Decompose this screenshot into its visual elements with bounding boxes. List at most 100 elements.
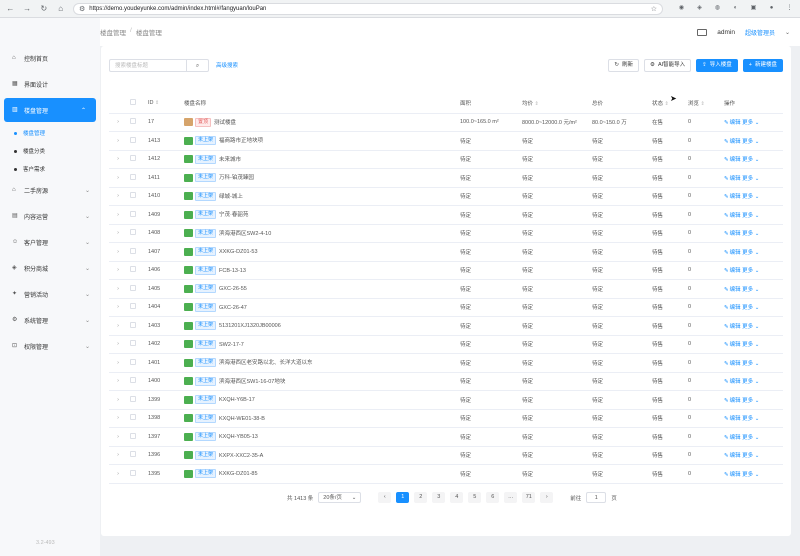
more-button[interactable]: 更多 ⌄	[742, 305, 759, 311]
edit-button[interactable]: ✎编辑	[724, 120, 741, 126]
expand-toggle[interactable]: ›	[109, 372, 127, 391]
expand-toggle[interactable]: ›	[109, 446, 127, 465]
expand-toggle[interactable]: ›	[109, 279, 127, 299]
expand-toggle[interactable]: ›	[109, 464, 127, 484]
more-button[interactable]: 更多 ⌄	[742, 250, 759, 256]
profile-icon[interactable]: ●	[767, 4, 776, 13]
sidebar-item[interactable]: ⌂ 二手房源 ⌄	[0, 178, 100, 202]
page-button[interactable]: 3	[432, 492, 446, 503]
column-header-id[interactable]: ID ⇕	[145, 94, 181, 114]
edit-button[interactable]: ✎编辑	[724, 379, 741, 385]
edit-button[interactable]: ✎编辑	[724, 231, 741, 237]
listing-name[interactable]: 测试楼盘	[214, 120, 236, 126]
listing-name[interactable]: 滨海港西区SW1-16-07地块	[219, 379, 285, 385]
row-checkbox[interactable]	[130, 451, 136, 458]
refresh-button[interactable]: ↻ 刷新	[608, 58, 639, 72]
row-checkbox[interactable]	[130, 266, 136, 273]
reload-icon[interactable]: ↻	[40, 4, 49, 14]
row-checkbox[interactable]	[130, 432, 136, 439]
edit-button[interactable]: ✎编辑	[724, 176, 741, 182]
page-button[interactable]: 2	[414, 492, 428, 503]
more-button[interactable]: 更多 ⌄	[742, 361, 759, 367]
listing-name[interactable]: 未来城市	[219, 157, 241, 163]
more-button[interactable]: 更多 ⌄	[742, 231, 759, 237]
address-bar[interactable]: ⚙ https://demo.youdeyunke.com/admin/inde…	[73, 2, 663, 15]
edit-button[interactable]: ✎编辑	[724, 342, 741, 348]
row-checkbox[interactable]	[130, 340, 136, 347]
page-size-select[interactable]: 20条/页 ⌄	[318, 492, 362, 503]
page-button[interactable]: 5	[468, 492, 482, 503]
new-button[interactable]: + 新建楼盘	[742, 58, 783, 72]
edit-button[interactable]: ✎编辑	[724, 472, 741, 478]
expand-toggle[interactable]: ›	[109, 409, 127, 428]
row-checkbox[interactable]	[130, 173, 136, 180]
page-button[interactable]: 71	[522, 492, 536, 503]
expand-toggle[interactable]: ›	[109, 335, 127, 354]
edit-button[interactable]: ✎编辑	[724, 435, 741, 441]
sidebar-item[interactable]: ◈ 积分商城 ⌄	[0, 256, 100, 280]
sidebar-subitem[interactable]: 客户需求	[0, 160, 100, 178]
page-ellipsis[interactable]: …	[504, 492, 518, 503]
edit-button[interactable]: ✎编辑	[724, 305, 741, 311]
page-button[interactable]: 6	[486, 492, 500, 503]
extension-icon[interactable]: ◉	[677, 4, 686, 13]
more-button[interactable]: 更多 ⌄	[742, 435, 759, 441]
more-button[interactable]: 更多 ⌄	[742, 139, 759, 145]
listing-name[interactable]: 滨海港西区SW2-4-10	[219, 231, 271, 237]
sidebar-item[interactable]: ☺ 客户管理 ⌄	[0, 230, 100, 254]
extension-icon[interactable]: ◈	[695, 4, 704, 13]
listing-name[interactable]: KXQH-Y6B-17	[219, 397, 255, 403]
expand-toggle[interactable]: ›	[109, 353, 127, 373]
expand-toggle[interactable]: ›	[109, 242, 127, 262]
row-checkbox[interactable]	[130, 229, 136, 236]
user-role[interactable]: 超级管理员	[745, 28, 775, 37]
listing-name[interactable]: GXC-26-47	[219, 305, 247, 311]
listing-name[interactable]: 绿城-城上	[219, 194, 243, 200]
more-button[interactable]: 更多 ⌄	[742, 176, 759, 182]
more-button[interactable]: 更多 ⌄	[742, 287, 759, 293]
home-icon[interactable]: ⌂	[56, 4, 65, 14]
row-checkbox[interactable]	[130, 192, 136, 199]
expand-toggle[interactable]: ›	[109, 390, 127, 410]
sidebar-item[interactable]: ✦ 营销活动 ⌄	[0, 282, 100, 306]
listing-name[interactable]: 万科-铂茂臻园	[219, 175, 254, 181]
site-info-icon[interactable]: ⚙	[79, 5, 85, 13]
listing-name[interactable]: SW2-17-7	[219, 342, 244, 348]
column-header-views[interactable]: 浏览 ⇕	[685, 94, 721, 114]
sort-icon[interactable]: ⇕	[535, 101, 539, 107]
row-checkbox[interactable]	[130, 377, 136, 384]
edit-button[interactable]: ✎编辑	[724, 268, 741, 274]
sidebar-item[interactable]: ⊡ 权限管理 ⌄	[0, 334, 100, 358]
edit-button[interactable]: ✎编辑	[724, 250, 741, 256]
ai-import-button[interactable]: ⚙ AI智能导入	[644, 58, 692, 72]
sidebar-item[interactable]: ⚙ 系统管理 ⌄	[0, 308, 100, 332]
listing-name[interactable]: FCB-13-13	[219, 268, 246, 274]
page-button[interactable]: 1	[396, 492, 410, 503]
select-all-checkbox[interactable]	[130, 99, 136, 106]
listing-name[interactable]: XXKG-DZ01-53	[219, 249, 258, 255]
user-name[interactable]: admin	[717, 29, 735, 36]
edit-button[interactable]: ✎编辑	[724, 213, 741, 219]
sidebar-item[interactable]: ▤ 内容运营 ⌄	[0, 204, 100, 228]
sort-icon[interactable]: ⇕	[155, 100, 159, 106]
more-button[interactable]: 更多 ⌄	[742, 398, 759, 404]
sidebar-item[interactable]: ▦ 界面设计	[0, 72, 100, 96]
edit-button[interactable]: ✎编辑	[724, 157, 741, 163]
expand-toggle[interactable]: ›	[109, 113, 127, 132]
edit-button[interactable]: ✎编辑	[724, 453, 741, 459]
prev-page-button[interactable]: ‹	[378, 492, 392, 503]
extension-icon[interactable]: ▣	[749, 4, 758, 13]
edit-button[interactable]: ✎编辑	[724, 398, 741, 404]
goto-page-input[interactable]: 1	[586, 492, 607, 503]
edit-button[interactable]: ✎编辑	[724, 324, 741, 330]
bookmark-star-icon[interactable]: ☆	[651, 5, 657, 13]
advanced-search-link[interactable]: 高级搜索	[216, 61, 238, 69]
edit-button[interactable]: ✎编辑	[724, 361, 741, 367]
sidebar-item[interactable]: ⌂ 控制首页	[0, 46, 100, 70]
more-button[interactable]: 更多 ⌄	[742, 472, 759, 478]
expand-toggle[interactable]: ›	[109, 150, 127, 169]
import-button[interactable]: ⇪ 导入楼盘	[696, 58, 738, 72]
mail-icon[interactable]	[697, 28, 708, 36]
edit-button[interactable]: ✎编辑	[724, 287, 741, 293]
row-checkbox[interactable]	[130, 155, 136, 162]
